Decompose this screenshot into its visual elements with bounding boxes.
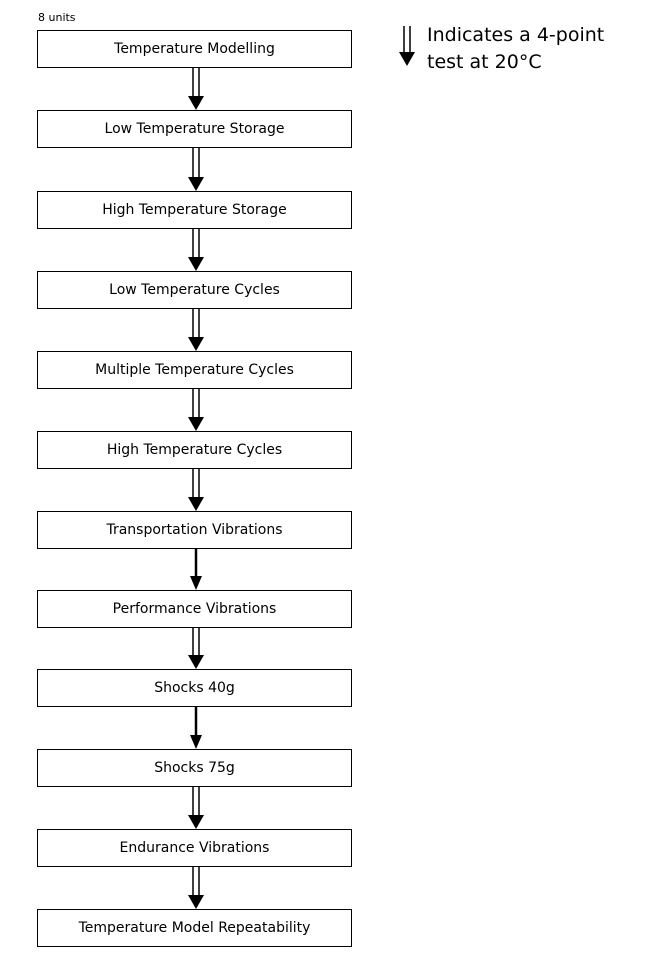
legend-double-arrow-icon [399, 26, 415, 66]
arrow-head [188, 177, 204, 191]
arrow-head [188, 895, 204, 909]
legend-line-2: test at 20°C [427, 51, 542, 73]
four-point-test-arrow [188, 867, 204, 909]
four-point-test-arrow [188, 309, 204, 351]
four-point-test-arrow [188, 469, 204, 511]
four-point-test-arrow [188, 229, 204, 271]
four-point-test-arrow [188, 68, 204, 110]
single-arrow [190, 549, 202, 590]
four-point-test-arrow [188, 148, 204, 191]
arrow-head [188, 257, 204, 271]
arrow-head [188, 96, 204, 110]
arrow-head [190, 576, 202, 590]
legend: Indicates a 4-point test at 20°C [427, 22, 604, 76]
arrow-head [399, 52, 415, 66]
legend-line-1: Indicates a 4-point [427, 24, 605, 46]
arrow-layer [188, 26, 415, 909]
four-point-test-arrow [188, 389, 204, 431]
four-point-test-arrow [188, 628, 204, 669]
arrow-head [188, 655, 204, 669]
single-arrow [190, 707, 202, 749]
arrow-head [188, 337, 204, 351]
arrow-head [188, 815, 204, 829]
four-point-test-arrow [188, 787, 204, 829]
arrow-head [188, 497, 204, 511]
arrow-head [188, 417, 204, 431]
arrow-head [190, 735, 202, 749]
